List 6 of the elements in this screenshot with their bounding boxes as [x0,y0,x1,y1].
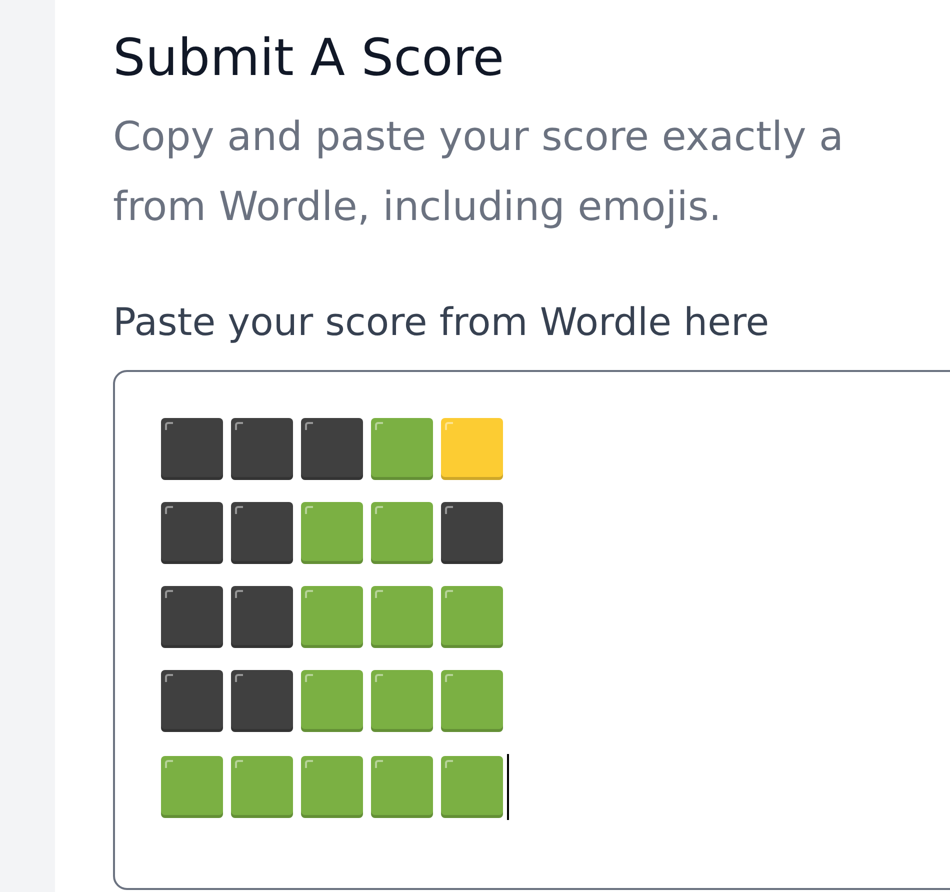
text-caret [507,754,509,820]
score-input-field[interactable] [113,370,950,890]
field-label: Paste your score from Wordle here [113,299,770,346]
page-title: Submit A Score [113,28,506,90]
description-line: from Wordle, including emojis. [113,183,722,232]
description-line: Copy and paste your score exactly a [113,113,845,162]
